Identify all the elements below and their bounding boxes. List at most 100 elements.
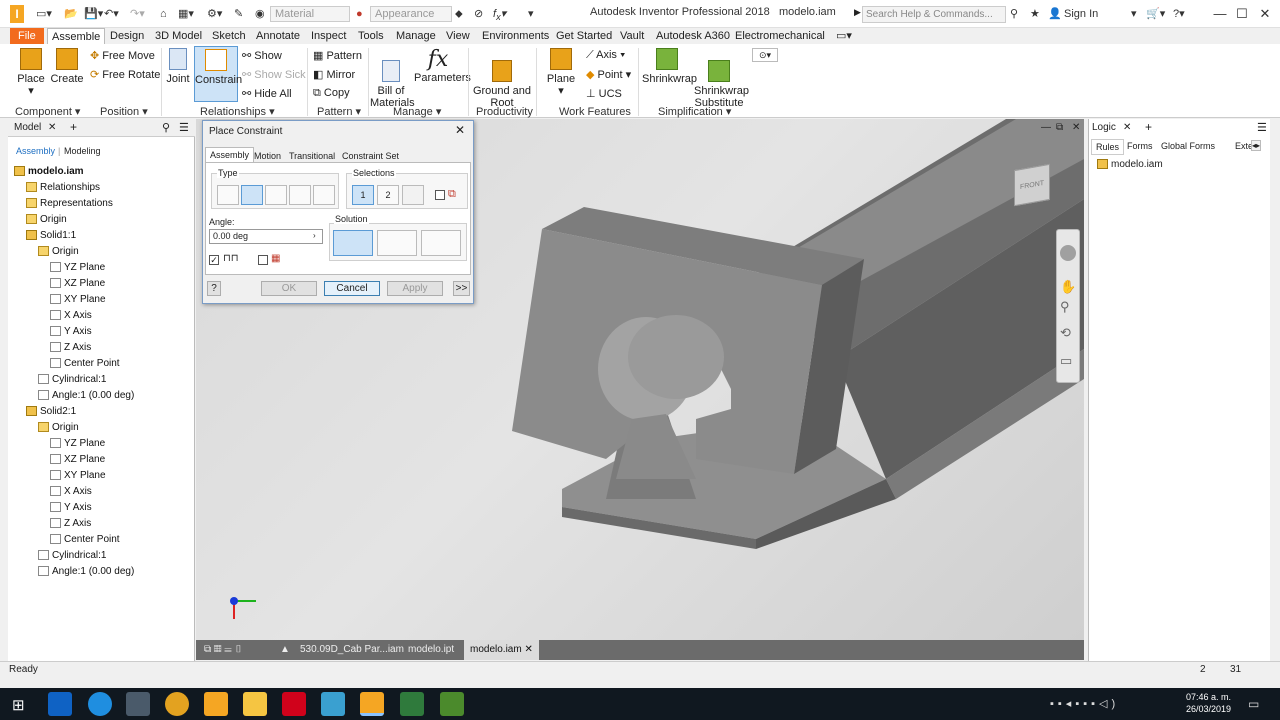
close-button[interactable]: ✕ — [1255, 5, 1275, 23]
tree-item[interactable]: Center Point — [50, 356, 120, 372]
hide-all-button[interactable]: ⚯ Hide All — [242, 87, 292, 100]
redo-icon[interactable]: ↷▾ — [130, 6, 145, 22]
orbit-icon[interactable]: ⟲ — [1060, 325, 1071, 341]
ok-button[interactable]: OK — [261, 281, 317, 296]
logic-menu-icon[interactable]: ☰ — [1257, 121, 1267, 134]
doc-tab-active[interactable]: modelo.iam ✕ — [464, 640, 539, 660]
plane-button[interactable]: Plane ▾ — [544, 48, 578, 97]
logic-subtab-rules[interactable]: Rules — [1091, 139, 1125, 155]
panel-component[interactable]: Component ▾ — [15, 106, 80, 118]
edge-icon[interactable] — [88, 692, 112, 716]
star-icon[interactable]: ★ — [1030, 6, 1040, 22]
right-scrollbar[interactable] — [1271, 119, 1280, 661]
tree-item[interactable]: YZ Plane — [50, 260, 105, 276]
shrinkwrap-substitute-button[interactable]: Shrinkwrap Substitute — [694, 48, 749, 109]
doc-tab-2[interactable]: modelo.ipt — [402, 640, 460, 660]
tree-item[interactable]: Solid1:1 — [26, 228, 76, 244]
show-button[interactable]: ⚯ Show — [242, 49, 282, 62]
panel-pattern[interactable]: Pattern ▾ — [317, 106, 361, 118]
tab-electromechanical[interactable]: Electromechanical — [731, 28, 829, 44]
mirror-button[interactable]: ◧ Mirror — [313, 68, 355, 81]
point-button[interactable]: ◆ Point ▾ — [586, 68, 631, 81]
tree-item[interactable]: XY Plane — [50, 292, 106, 308]
fx-icon[interactable]: fx▾ — [493, 6, 506, 22]
chrome-icon[interactable] — [165, 692, 189, 716]
steering-wheel-icon[interactable] — [1060, 245, 1076, 261]
pattern-button[interactable]: ▦ Pattern — [313, 49, 362, 62]
save-icon[interactable]: 💾▾ — [84, 6, 103, 22]
tab-inspect[interactable]: Inspect — [307, 28, 350, 44]
predict-offset-checkbox[interactable]: ✓ — [209, 255, 219, 265]
parameters-button[interactable]: fx Parameters — [414, 48, 471, 85]
dialog-close-icon[interactable]: ✕ — [455, 123, 465, 137]
tab-get-started[interactable]: Get Started — [552, 28, 616, 44]
shrinkwrap-button[interactable]: Shrinkwrap — [642, 48, 697, 85]
logic-item[interactable]: modelo.iam — [1097, 159, 1163, 170]
pan-icon[interactable]: ✋ — [1060, 279, 1076, 295]
tree-item[interactable]: Cylindrical:1 — [38, 372, 106, 388]
tab-list-icon[interactable]: ▲ — [274, 640, 296, 660]
look-at-icon[interactable]: ▭ — [1060, 353, 1072, 369]
viewport-minimize-icon[interactable]: — — [1041, 122, 1051, 133]
outlook-icon[interactable] — [48, 692, 72, 716]
panel-work-features[interactable]: Work Features — [559, 106, 631, 118]
inventor-logo-icon[interactable]: I — [10, 5, 24, 23]
tree-item[interactable]: XZ Plane — [50, 276, 105, 292]
tab-manage[interactable]: Manage — [392, 28, 440, 44]
tab-design[interactable]: Design — [106, 28, 148, 44]
logic-subtab-forms[interactable]: Forms — [1127, 141, 1153, 151]
logic-scroll-left-icon[interactable]: ◂▸ — [1251, 140, 1262, 151]
mate-constraint-button[interactable] — [217, 185, 239, 205]
app3-icon[interactable] — [440, 692, 464, 716]
tab-tools[interactable]: Tools — [354, 28, 388, 44]
tree-item[interactable]: Z Axis — [50, 516, 91, 532]
maximize-button[interactable]: ☐ — [1232, 5, 1252, 23]
dialog-tab-motion[interactable]: Motion — [254, 151, 281, 161]
panel-simplification[interactable]: Simplification ▾ — [658, 106, 731, 118]
angle-input[interactable]: 0.00 deg — [209, 229, 323, 244]
logic-close-icon[interactable]: ✕ — [1123, 122, 1131, 133]
logic-tab[interactable]: Logic — [1092, 122, 1116, 133]
adjust-icon[interactable]: ⬥ — [455, 6, 463, 22]
ground-and-root-button[interactable]: Ground and Root — [472, 48, 532, 109]
first-occurrence-checkbox[interactable] — [435, 190, 445, 200]
color-icon[interactable]: ◉ — [255, 6, 265, 22]
tree-item[interactable]: XZ Plane — [50, 452, 105, 468]
tab-assemble[interactable]: Assemble — [47, 28, 106, 44]
browser-menu-icon[interactable]: ☰ — [179, 121, 189, 134]
tree-item[interactable]: Relationships — [26, 180, 100, 196]
panel-productivity[interactable]: Productivity — [476, 106, 533, 118]
inventor-active-icon[interactable] — [360, 692, 384, 716]
home-icon[interactable]: ⌂ — [160, 6, 167, 22]
symmetry-constraint-button[interactable] — [313, 185, 335, 205]
cancel-button[interactable]: Cancel — [324, 281, 380, 296]
browser-subtab-assembly[interactable]: Assembly — [16, 146, 55, 156]
browser-subtab-modeling[interactable]: Modeling — [64, 146, 101, 156]
insert-constraint-button[interactable] — [289, 185, 311, 205]
sign-in-link[interactable]: Sign In — [1064, 6, 1098, 22]
search-arrow-icon[interactable]: ▶ — [854, 7, 861, 18]
tree-item[interactable]: Center Point — [50, 532, 120, 548]
bill-of-materials-button[interactable]: Bill of Materials — [370, 48, 415, 109]
panel-position[interactable]: Position ▾ — [100, 106, 148, 118]
ribbon-options-icon[interactable]: ⊙▾ — [752, 48, 778, 62]
tree-item[interactable]: Origin — [38, 420, 79, 436]
tree-item[interactable]: Cylindrical:1 — [38, 548, 106, 564]
inventor-icon[interactable] — [204, 692, 228, 716]
tree-item[interactable]: Angle:1 (0.00 deg) — [38, 388, 134, 404]
logic-subtab-global-forms[interactable]: Global Forms — [1161, 141, 1215, 151]
tree-item[interactable]: Representations — [26, 196, 113, 212]
signin-dropdown-icon[interactable]: ▾ — [1131, 6, 1137, 22]
acrobat-icon[interactable] — [282, 692, 306, 716]
tab-3d-model[interactable]: 3D Model — [151, 28, 206, 44]
open-icon[interactable]: 📂 — [64, 6, 78, 22]
dialog-tab-assembly[interactable]: Assembly — [205, 147, 255, 163]
material-dropdown[interactable]: Material — [270, 6, 350, 22]
app2-icon[interactable] — [400, 692, 424, 716]
tab-view[interactable]: View — [442, 28, 474, 44]
update-icon[interactable]: ⚙▾ — [207, 6, 222, 22]
tree-item[interactable]: Origin — [26, 212, 67, 228]
viewport-close-icon[interactable]: ✕ — [1072, 122, 1080, 133]
panel-relationships[interactable]: Relationships ▾ — [200, 106, 275, 118]
selection-3-button[interactable] — [402, 185, 424, 205]
